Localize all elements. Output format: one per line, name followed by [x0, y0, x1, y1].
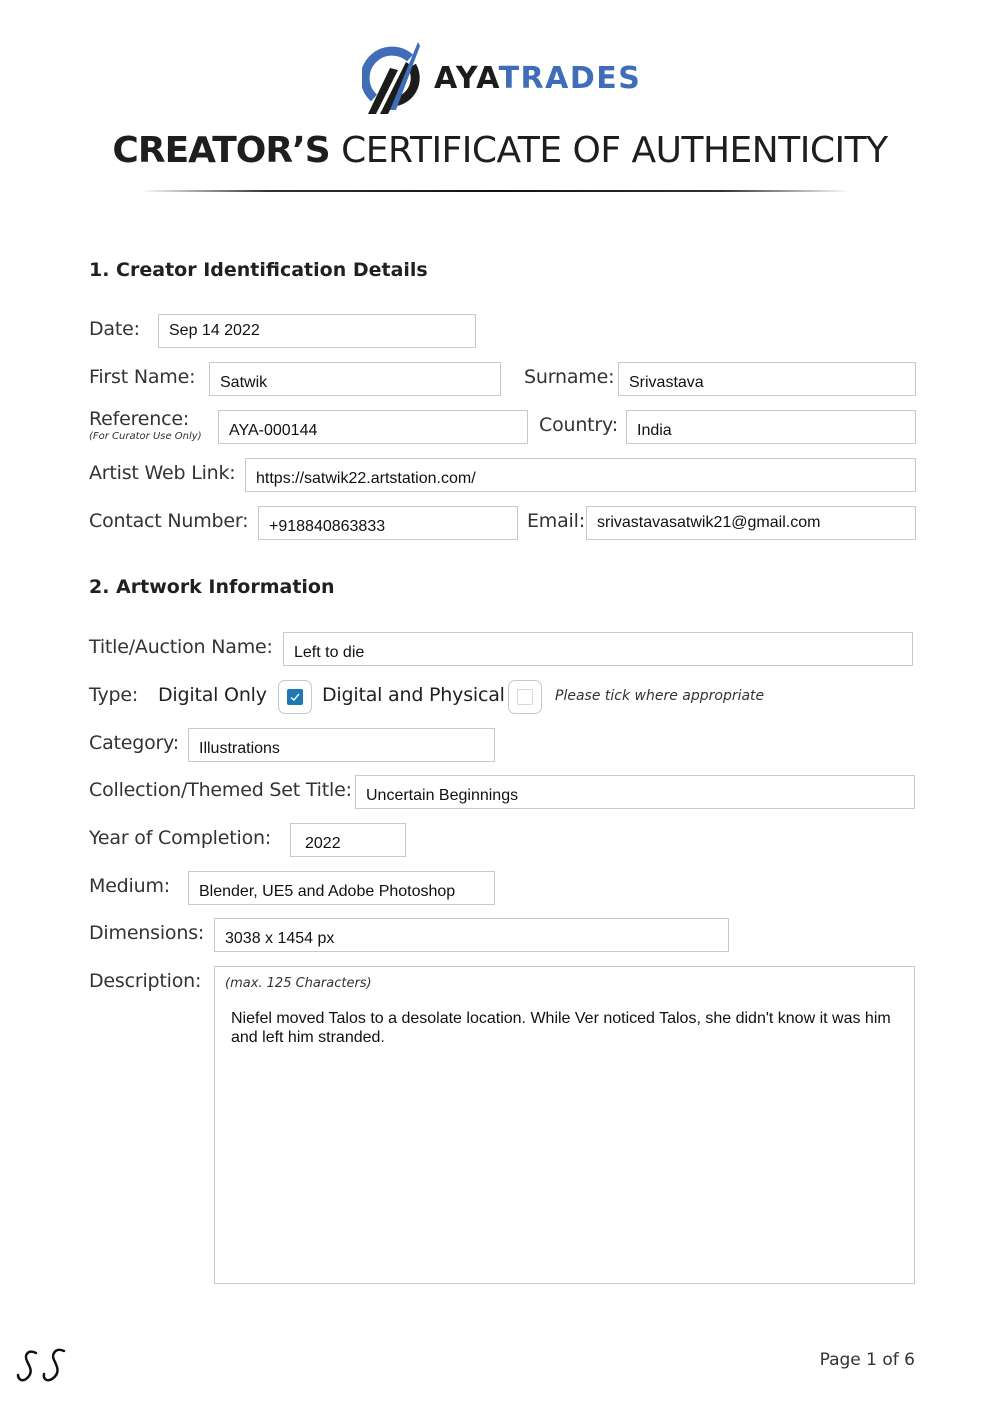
dimensions-label: Dimensions:	[89, 922, 205, 944]
description-text: Niefel moved Talos to a desolate locatio…	[231, 1010, 891, 1046]
description-hint: (max. 125 Characters)	[225, 976, 372, 991]
year-field[interactable]: 2022	[290, 823, 406, 857]
type-hint: Please tick where appropriate	[555, 688, 765, 704]
web-link-field[interactable]: https://satwik22.artstation.com/	[245, 458, 916, 492]
document-title: CREATOR’S CERTIFICATE OF AUTHENTICITY	[0, 130, 1000, 171]
year-label: Year of Completion:	[89, 827, 272, 849]
section-heading-artwork: 2. Artwork Information	[89, 576, 335, 598]
digital-only-checkbox[interactable]	[278, 680, 312, 714]
reference-label: Reference:	[89, 408, 190, 430]
section-heading-creator: 1. Creator Identification Details	[89, 259, 428, 281]
brand-name-part2: TRADES	[498, 60, 642, 96]
email-label: Email:	[527, 510, 585, 532]
surname-field[interactable]: Srivastava	[618, 362, 916, 396]
checkbox-unchecked-indicator	[517, 689, 533, 705]
description-textarea[interactable]: (max. 125 Characters) Niefel moved Talos…	[214, 966, 915, 1284]
checkbox-checked-indicator	[287, 689, 303, 705]
type-option-digital-only-label: Digital Only	[158, 684, 267, 706]
category-label: Category:	[89, 732, 180, 754]
title-divider	[140, 190, 850, 192]
description-label: Description:	[89, 970, 202, 992]
brand-name: AYATRADES	[434, 61, 641, 96]
contact-number-field[interactable]: +918840863833	[258, 506, 518, 540]
title-field[interactable]: Left to die	[283, 632, 913, 666]
signature-initials	[16, 1348, 66, 1382]
document-title-strong: CREATOR’S	[112, 130, 330, 171]
medium-field[interactable]: Blender, UE5 and Adobe Photoshop	[188, 871, 495, 905]
dimensions-field[interactable]: 3038 x 1454 px	[214, 918, 729, 952]
contact-number-label: Contact Number:	[89, 510, 249, 532]
email-field[interactable]: srivastavasatwik21@gmail.com	[586, 506, 916, 540]
brand-name-part1: AYA	[434, 60, 499, 96]
surname-label: Surname:	[524, 366, 615, 388]
country-field[interactable]: India	[626, 410, 916, 444]
medium-label: Medium:	[89, 875, 170, 897]
web-link-label: Artist Web Link:	[89, 462, 236, 484]
collection-label: Collection/Themed Set Title:	[89, 779, 352, 801]
reference-field[interactable]: AYA-000144	[218, 410, 528, 444]
digital-physical-checkbox[interactable]	[508, 680, 542, 714]
category-field[interactable]: Illustrations	[188, 728, 495, 762]
type-label: Type:	[89, 684, 139, 706]
date-field[interactable]: Sep 14 2022	[158, 314, 476, 348]
first-name-field[interactable]: Satwik	[209, 362, 501, 396]
brand-logo: AYATRADES	[362, 40, 642, 116]
type-option-digital-physical-label: Digital and Physical	[322, 684, 505, 706]
reference-sublabel: (For Curator Use Only)	[89, 431, 202, 442]
page-number: Page 1 of 6	[819, 1350, 915, 1370]
ayatrades-logo-icon	[362, 42, 420, 114]
date-label: Date:	[89, 318, 140, 340]
title-label: Title/Auction Name:	[89, 636, 273, 658]
checkmark-icon	[290, 693, 300, 701]
first-name-label: First Name:	[89, 366, 196, 388]
country-label: Country:	[539, 414, 618, 436]
document-title-rest: CERTIFICATE OF AUTHENTICITY	[341, 130, 888, 171]
collection-field[interactable]: Uncertain Beginnings	[355, 775, 915, 809]
